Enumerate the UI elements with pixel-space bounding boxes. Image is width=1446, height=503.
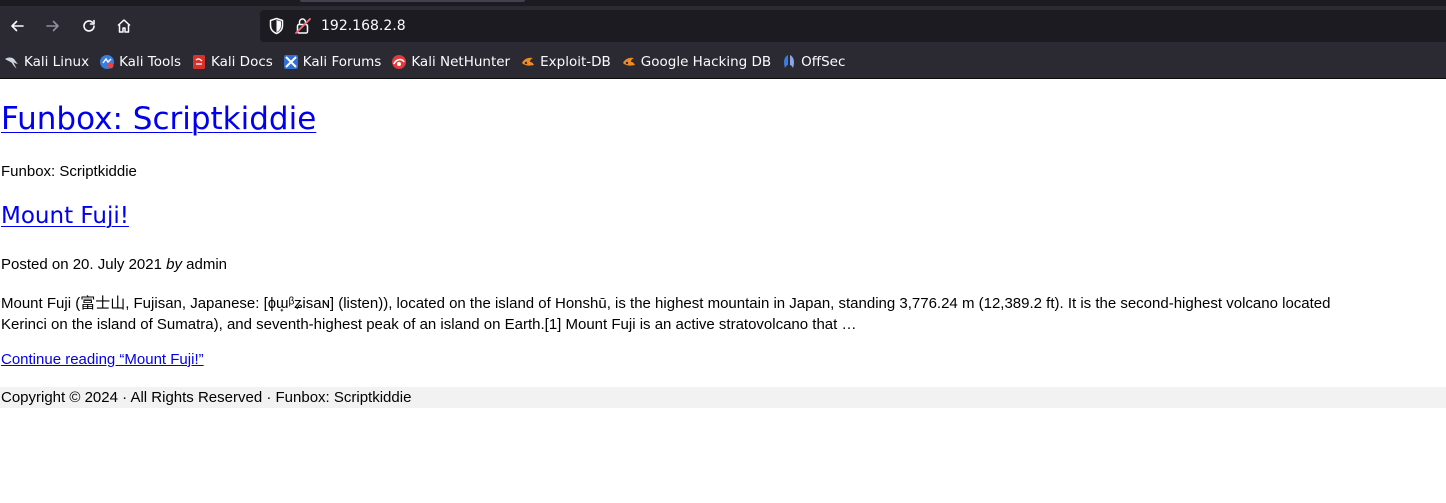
bookmark-kali-linux[interactable]: Kali Linux: [0, 51, 94, 73]
active-tab[interactable]: [300, 0, 525, 2]
forward-button[interactable]: [39, 12, 67, 40]
bookmark-label: Kali NetHunter: [411, 54, 511, 70]
bookmark-label: Kali Tools: [119, 54, 181, 70]
browser-toolbar: Kali Linux Kali Tools Kali Docs Kali F: [0, 0, 1446, 79]
bookmark-kali-forums[interactable]: Kali Forums: [279, 51, 387, 73]
tracking-protection-shield-icon[interactable]: [268, 17, 285, 39]
kali-dragon-icon: [5, 57, 18, 69]
excerpt-line: Mount Fuji (富士山, Fujisan, Japanese: [ɸɯ̟…: [1, 295, 1331, 312]
address-bar[interactable]: [260, 10, 1446, 42]
google-hacking-db-icon: [622, 57, 635, 66]
bookmark-offsec[interactable]: OffSec: [777, 51, 850, 73]
bookmark-label: OffSec: [801, 54, 846, 70]
bookmark-kali-docs[interactable]: Kali Docs: [187, 51, 278, 73]
bookmark-label: Kali Docs: [211, 54, 273, 70]
back-arrow-icon: [11, 20, 24, 32]
bookmark-kali-nethunter[interactable]: Kali NetHunter: [387, 51, 515, 73]
url-input[interactable]: [321, 16, 1421, 36]
kali-docs-icon: [193, 55, 205, 69]
offsec-icon: [784, 55, 795, 68]
kali-forums-icon: [283, 55, 298, 69]
bookmark-label: Exploit-DB: [540, 54, 611, 70]
post-excerpt: Mount Fuji (富士山, Fujisan, Japanese: [ɸɯ̟…: [1, 293, 1446, 335]
back-button[interactable]: [3, 12, 31, 40]
site-title-link[interactable]: Funbox: Scriptkiddie: [1, 101, 316, 137]
insecure-connection-lock-icon[interactable]: [295, 17, 311, 39]
tab-strip: [0, 0, 1446, 6]
kali-tools-icon: [100, 55, 115, 69]
web-page: Funbox: Scriptkiddie Funbox: Scriptkiddi…: [0, 79, 1446, 503]
post-title-link[interactable]: Mount Fuji!: [1, 203, 129, 229]
exploit-db-icon: [522, 57, 535, 66]
continue-reading-link[interactable]: Continue reading “Mount Fuji!”: [1, 351, 204, 368]
post-meta: Posted on 20. July 2021 by admin: [1, 256, 227, 273]
page-footer: Copyright © 2024 · All Rights Reserved ·…: [0, 387, 1446, 408]
bookmarks-toolbar: Kali Linux Kali Tools Kali Docs Kali For…: [0, 50, 851, 74]
post-author: admin: [186, 256, 227, 273]
reload-icon: [83, 19, 95, 32]
bookmark-label: Kali Forums: [302, 54, 382, 70]
reload-button[interactable]: [75, 12, 103, 40]
kali-nethunter-icon: [392, 55, 407, 69]
forward-arrow-icon: [46, 20, 59, 32]
bookmark-google-hacking-db[interactable]: Google Hacking DB: [617, 51, 776, 73]
bookmark-label: Kali Linux: [24, 54, 90, 70]
bookmark-exploit-db[interactable]: Exploit-DB: [516, 51, 616, 73]
home-icon: [117, 19, 131, 33]
bookmark-label: Google Hacking DB: [640, 54, 772, 70]
excerpt-line: Kerinci on the island of Sumatra), and s…: [1, 316, 857, 333]
bookmark-kali-tools[interactable]: Kali Tools: [95, 51, 186, 73]
footer-copyright: Copyright © 2024 · All Rights Reserved ·…: [1, 389, 412, 406]
post-by: by: [166, 256, 182, 273]
home-button[interactable]: [110, 12, 138, 40]
site-tagline: Funbox: Scriptkiddie: [1, 163, 137, 180]
post-date: Posted on 20. July 2021: [1, 256, 162, 273]
